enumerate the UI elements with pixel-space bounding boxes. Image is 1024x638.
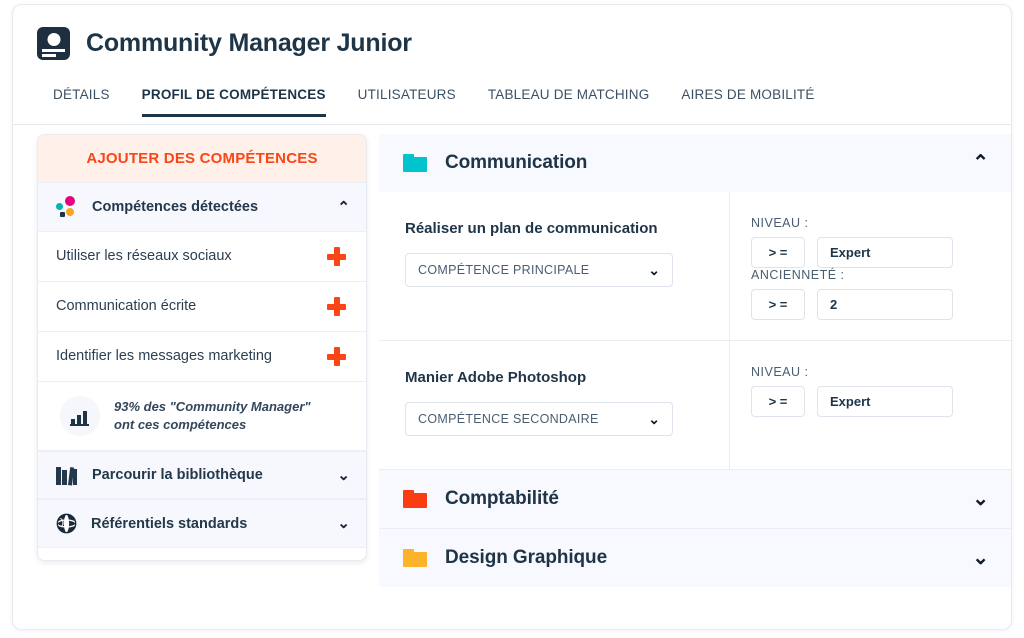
skill-name: Réaliser un plan de communication: [405, 220, 658, 237]
id-card-line-2: [42, 53, 56, 57]
tab-details[interactable]: DÉTAILS: [53, 81, 110, 117]
folder-icon: [403, 490, 427, 508]
chevron-down-icon[interactable]: ⌄: [972, 548, 989, 568]
detected-skills-label: Compétences détectées: [92, 199, 259, 215]
skill-criteria-cell: NIVEAU : > = Expert: [729, 341, 1011, 469]
list-item[interactable]: Communication écrite: [38, 282, 366, 333]
plus-icon[interactable]: [327, 247, 346, 267]
stat-line-1: 93% des "Community Manager": [114, 399, 311, 415]
skill-type-select[interactable]: COMPÉTENCE SECONDAIRE ⌄: [405, 402, 673, 436]
skills-sidebar: AJOUTER DES COMPÉTENCES Compétences déte…: [37, 134, 367, 562]
list-item[interactable]: Utiliser les réseaux sociaux: [38, 232, 366, 283]
category-header-communication[interactable]: Communication ⌃: [379, 134, 1011, 192]
chevron-down-icon: ⌄: [648, 411, 660, 427]
library-label: Parcourir la bibliothèque: [92, 467, 263, 484]
chevron-down-icon: ⌄: [648, 262, 660, 278]
chevron-down-icon[interactable]: ⌄: [972, 489, 989, 509]
category-title: Communication: [445, 152, 588, 173]
value-input-niveau[interactable]: Expert: [817, 386, 953, 417]
id-card-icon: [37, 26, 70, 60]
chevron-down-icon[interactable]: ⌄: [337, 468, 350, 483]
bar-chart-icon: [60, 396, 100, 437]
folder-icon: [403, 154, 427, 172]
field-label-niveau: NIVEAU :: [751, 365, 809, 379]
skill-info-cell: Réaliser un plan de communication COMPÉT…: [379, 192, 729, 340]
detected-skill-label: Utiliser les réseaux sociaux: [56, 248, 232, 264]
category-header-comptabilite[interactable]: Comptabilité ⌄: [379, 469, 1011, 528]
dots-cluster-icon: [56, 196, 78, 218]
app-root: Community Manager Junior DÉTAILS PROFIL …: [0, 0, 1024, 638]
tab-utilisateurs[interactable]: UTILISATEURS: [358, 81, 456, 117]
skill-criteria-cell: NIVEAU : > = Expert ANCIENNETÉ : > = 2: [729, 192, 1011, 340]
stat-line-2: ont ces compétences: [114, 417, 247, 433]
operator-select-anciennete[interactable]: > =: [751, 289, 805, 320]
skill-type-select[interactable]: COMPÉTENCE PRINCIPALE ⌄: [405, 253, 673, 287]
add-skills-button[interactable]: AJOUTER DES COMPÉTENCES: [38, 135, 366, 182]
detected-skill-label: Communication écrite: [56, 298, 197, 315]
category-header-design-graphique[interactable]: Design Graphique ⌄: [379, 528, 1011, 587]
criteria-row: > = Expert: [751, 386, 989, 417]
sidebar-group-standards[interactable]: Référentiels standards ⌄: [38, 499, 366, 549]
plus-icon[interactable]: [327, 347, 346, 367]
standards-label: Référentiels standards: [91, 515, 248, 532]
body-area: AJOUTER DES COMPÉTENCES Compétences déte…: [13, 126, 1011, 629]
profile-card: Community Manager Junior DÉTAILS PROFIL …: [12, 4, 1012, 630]
tab-tableau-de-matching[interactable]: TABLEAU DE MATCHING: [488, 81, 650, 117]
chevron-down-icon[interactable]: ⌄: [337, 516, 350, 531]
criteria-row: > = 2: [751, 289, 989, 320]
operator-select-niveau[interactable]: > =: [751, 237, 805, 268]
field-label-niveau: NIVEAU :: [751, 216, 809, 230]
criteria-niveau: NIVEAU : > = Expert: [751, 216, 989, 268]
detected-skills-stat: 93% des "Community Manager" ont ces comp…: [38, 382, 366, 452]
tab-aires-de-mobilite[interactable]: AIRES DE MOBILITÉ: [681, 81, 814, 117]
id-card-line-1: [42, 48, 65, 52]
tab-profil-de-competences[interactable]: PROFIL DE COMPÉTENCES: [141, 81, 326, 117]
books-icon: [56, 465, 78, 486]
sidebar-group-library[interactable]: Parcourir la bibliothèque ⌄: [38, 451, 366, 500]
folder-icon: [403, 549, 427, 567]
globe-icon: [56, 513, 77, 534]
operator-select-niveau[interactable]: > =: [751, 386, 805, 417]
plus-icon[interactable]: [327, 297, 346, 317]
criteria-row: > = Expert: [751, 237, 989, 268]
criteria-niveau: NIVEAU : > = Expert: [751, 365, 989, 417]
skill-name: Manier Adobe Photoshop: [405, 369, 587, 386]
skill-type-value: COMPÉTENCE SECONDAIRE: [418, 412, 599, 426]
category-body-communication: Réaliser un plan de communication COMPÉT…: [379, 192, 1011, 469]
id-card-head-shape: [47, 32, 60, 46]
page-title: Community Manager Junior: [86, 28, 412, 57]
tab-bar: DÉTAILS PROFIL DE COMPÉTENCES UTILISATEU…: [13, 81, 1011, 125]
category-title: Design Graphique: [445, 547, 608, 568]
value-input-anciennete[interactable]: 2: [817, 289, 953, 320]
chevron-up-icon[interactable]: ⌃: [972, 153, 989, 173]
skill-categories-panel: Communication ⌃ Réaliser un plan de comm…: [379, 134, 1011, 587]
table-row: Manier Adobe Photoshop COMPÉTENCE SECOND…: [379, 341, 1011, 469]
value-input-niveau[interactable]: Expert: [817, 237, 953, 268]
skill-info-cell: Manier Adobe Photoshop COMPÉTENCE SECOND…: [379, 341, 729, 469]
list-item[interactable]: Identifier les messages marketing: [38, 332, 366, 383]
field-label-anciennete: ANCIENNETÉ :: [751, 268, 845, 282]
skill-type-value: COMPÉTENCE PRINCIPALE: [418, 263, 590, 277]
category-title: Comptabilité: [445, 488, 559, 509]
criteria-anciennete: ANCIENNETÉ : > = 2: [751, 268, 989, 320]
chevron-up-icon[interactable]: ⌃: [337, 200, 350, 215]
page-header: Community Manager Junior: [13, 5, 1011, 81]
stat-text: 93% des "Community Manager" ont ces comp…: [114, 398, 311, 434]
table-row: Réaliser un plan de communication COMPÉT…: [379, 192, 1011, 341]
detected-skill-label: Identifier les messages marketing: [56, 348, 272, 365]
sidebar-group-detected-skills[interactable]: Compétences détectées ⌃: [38, 182, 366, 232]
sidebar-footer-spacer: [38, 548, 366, 561]
